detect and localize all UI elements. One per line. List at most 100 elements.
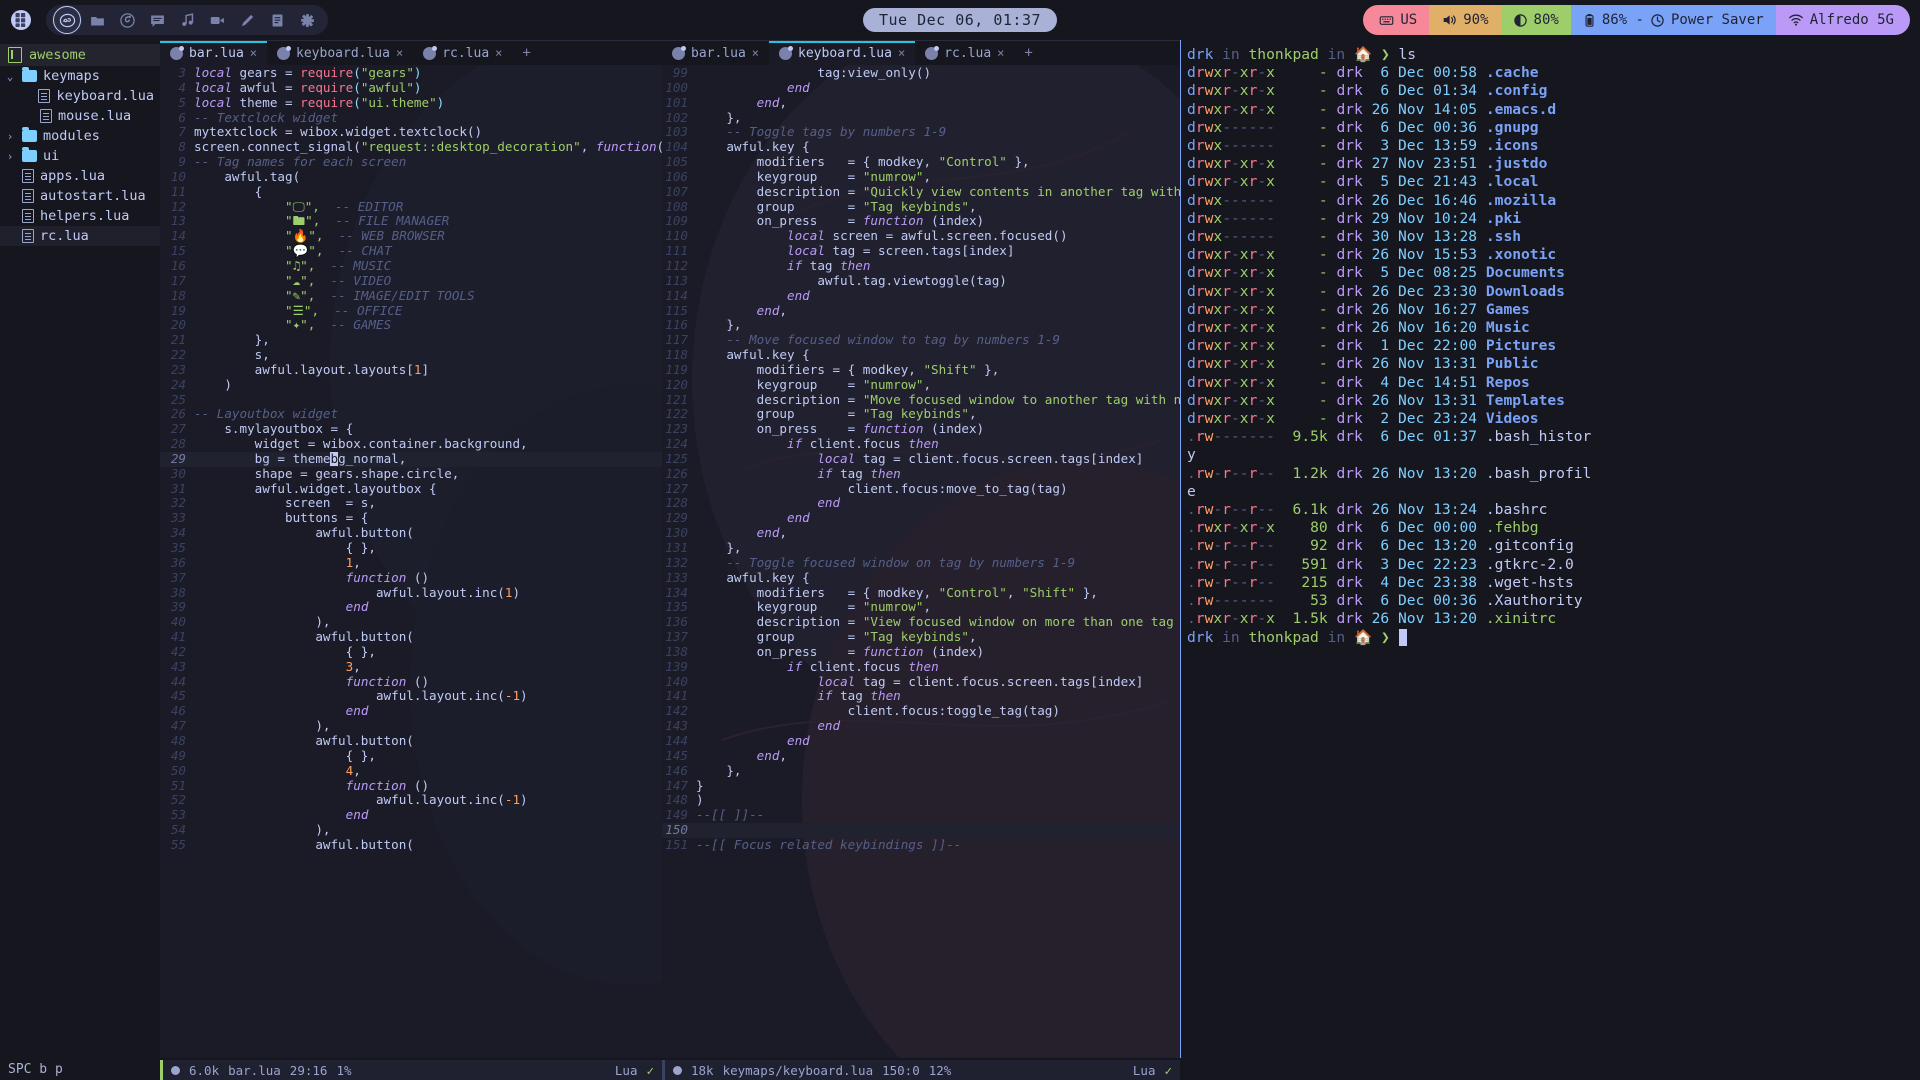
- tab-bar-lua-right[interactable]: bar.lua ×: [662, 41, 769, 65]
- perm-char: r: [1222, 155, 1231, 173]
- terminal-window[interactable]: drk in thonkpad in 🏠 ❯ ls drwxr-xr-x - dr…: [1180, 40, 1920, 1080]
- tray-network[interactable]: Alfredo 5G: [1775, 5, 1910, 35]
- tag-editor[interactable]: [52, 5, 82, 35]
- tag-image-edit[interactable]: [232, 5, 262, 35]
- tag-web-browser[interactable]: [112, 5, 142, 35]
- file-owner: drk: [1336, 282, 1372, 300]
- tab-rc-lua-right[interactable]: rc.lua ×: [915, 41, 1014, 65]
- code-token: function: [345, 570, 407, 585]
- tag-games[interactable]: [292, 5, 322, 35]
- code-line: 6 -- Textclock widget: [160, 110, 662, 126]
- perm-char: -: [1257, 64, 1267, 82]
- code-text: keygroup = "numrow",: [696, 378, 1180, 393]
- code-token: ): [436, 95, 445, 110]
- tab-close-icon[interactable]: ×: [495, 46, 502, 60]
- code-token: description =: [696, 615, 863, 630]
- file-owner: drk: [1336, 337, 1372, 355]
- file-tree-item[interactable]: mouse.lua: [0, 106, 160, 126]
- code-line: 27 s.mylayoutbox = {: [160, 421, 662, 437]
- code-text: tag:view_only(): [696, 66, 1180, 81]
- code-token: (index): [923, 644, 985, 659]
- tab-label: rc.lua: [442, 45, 490, 61]
- code-line: 124 if client.focus then: [662, 436, 1180, 452]
- tab-close-icon[interactable]: ×: [396, 46, 403, 60]
- file-tree-item[interactable]: helpers.lua: [0, 206, 160, 226]
- line-number: 37: [170, 569, 186, 585]
- tab-close-icon[interactable]: ×: [898, 46, 905, 60]
- code-token: 🖵: [292, 199, 305, 214]
- file-tree-sidebar[interactable]: awesome ⌄ keymaps keyboard.lua mouse.lua › mo…: [0, 40, 160, 1080]
- code-text: awful.key {: [696, 571, 1180, 586]
- code-token: "numrow": [862, 169, 924, 184]
- perm-char: x: [1213, 209, 1223, 227]
- chevron-down-icon[interactable]: ⌄: [4, 70, 16, 83]
- file-tree-item[interactable]: ⌄ keymaps: [0, 66, 160, 86]
- new-tab-button-right[interactable]: +: [1014, 41, 1042, 65]
- editor-right-code[interactable]: 99 tag:view_only() 100 end 101 end, 102 }, 1…: [662, 65, 1180, 1060]
- code-text: group = "Tag keybinds",: [696, 407, 1180, 422]
- app-launcher-button[interactable]: [0, 0, 42, 40]
- code-line: 115 end,: [662, 303, 1180, 319]
- tab-keyboard-lua-right[interactable]: keyboard.lua ×: [769, 41, 916, 65]
- tray-keyboard-layout[interactable]: US: [1363, 5, 1430, 35]
- perm-char: -: [1230, 464, 1240, 482]
- tab-keyboard-lua-left[interactable]: keyboard.lua ×: [267, 41, 413, 65]
- tag-chat[interactable]: [142, 5, 172, 35]
- code-token: "Quickly view contents in another tag wi…: [862, 184, 1180, 199]
- line-number: 137: [665, 629, 688, 645]
- perm-char: -: [1230, 118, 1240, 136]
- file-size: 80: [1274, 519, 1337, 537]
- file-tree-item[interactable]: apps.lua: [0, 166, 160, 186]
- file-tree-root[interactable]: awesome: [0, 44, 160, 66]
- file-tree-item[interactable]: autostart.lua: [0, 186, 160, 206]
- chevron-right-icon[interactable]: ›: [4, 150, 16, 163]
- perm-char: r: [1222, 519, 1231, 537]
- lua-file-icon: [925, 45, 940, 60]
- editor-pane-left: bar.lua × keyboard.lua × rc.lua × + 3 lo…: [160, 40, 662, 1080]
- code-line: 123 on_press = function (index): [662, 421, 1180, 437]
- code-token: ",: [303, 303, 320, 318]
- terminal-listing-row: .rw-r--r-- 591 drk 3 Dec 22:23 .gtkrc-2.…: [1187, 556, 1916, 574]
- speaker-icon: [1443, 15, 1456, 25]
- file-tree-item[interactable]: rc.lua: [0, 226, 160, 246]
- brightness-label: 80%: [1533, 12, 1559, 28]
- volume-label: 90%: [1463, 12, 1489, 28]
- line-number: 121: [665, 391, 688, 407]
- terminal-listing-row: drwx------ - drk 29 Nov 10:24 .pki: [1187, 210, 1916, 228]
- code-text: widget = wibox.container.background,: [194, 437, 662, 452]
- file-tree-item[interactable]: › modules: [0, 126, 160, 146]
- tray-volume[interactable]: 90%: [1429, 5, 1501, 35]
- code-token: awful.key {: [696, 140, 810, 155]
- code-line: 141 if tag then: [662, 689, 1180, 704]
- textclock[interactable]: Tue Dec 06, 01:37: [862, 8, 1058, 32]
- tray-power-profile[interactable]: Power Saver: [1647, 5, 1776, 35]
- tab-label: rc.lua: [944, 45, 992, 61]
- tray-brightness[interactable]: 80%: [1500, 5, 1571, 35]
- code-token: require: [300, 95, 354, 110]
- tab-bar-lua-left[interactable]: bar.lua ×: [160, 41, 268, 65]
- tag-office[interactable]: [262, 5, 292, 35]
- line-number: 109: [665, 213, 688, 229]
- code-line: 103 -- Toggle tags by numbers 1-9: [662, 125, 1180, 140]
- perm-char: r: [1222, 355, 1231, 373]
- tag-file-manager[interactable]: [82, 5, 112, 35]
- tab-close-icon[interactable]: ×: [250, 46, 257, 60]
- tray-battery[interactable]: 86% -: [1570, 5, 1648, 35]
- tab-close-icon[interactable]: ×: [752, 46, 759, 60]
- new-tab-button-left[interactable]: +: [512, 41, 540, 65]
- code-token: on_press =: [696, 214, 863, 229]
- tab-close-icon[interactable]: ×: [997, 46, 1004, 60]
- code-line: 21 },: [160, 332, 662, 348]
- perm-char: x: [1266, 246, 1275, 264]
- editor-left-code[interactable]: 3 local gears = require("gears") 4 local aw…: [160, 65, 662, 1060]
- file-tree-item[interactable]: keyboard.lua: [0, 86, 160, 106]
- tag-video[interactable]: [202, 5, 232, 35]
- line-number: 114: [665, 287, 688, 303]
- code-text: end,: [696, 749, 1180, 764]
- tag-music[interactable]: [172, 5, 202, 35]
- file-tree-item[interactable]: › ui: [0, 146, 160, 166]
- chevron-right-icon[interactable]: ›: [4, 130, 16, 143]
- perm-char: r: [1222, 264, 1231, 282]
- lua-file-icon: [423, 45, 438, 60]
- tab-rc-lua-left[interactable]: rc.lua ×: [413, 41, 512, 65]
